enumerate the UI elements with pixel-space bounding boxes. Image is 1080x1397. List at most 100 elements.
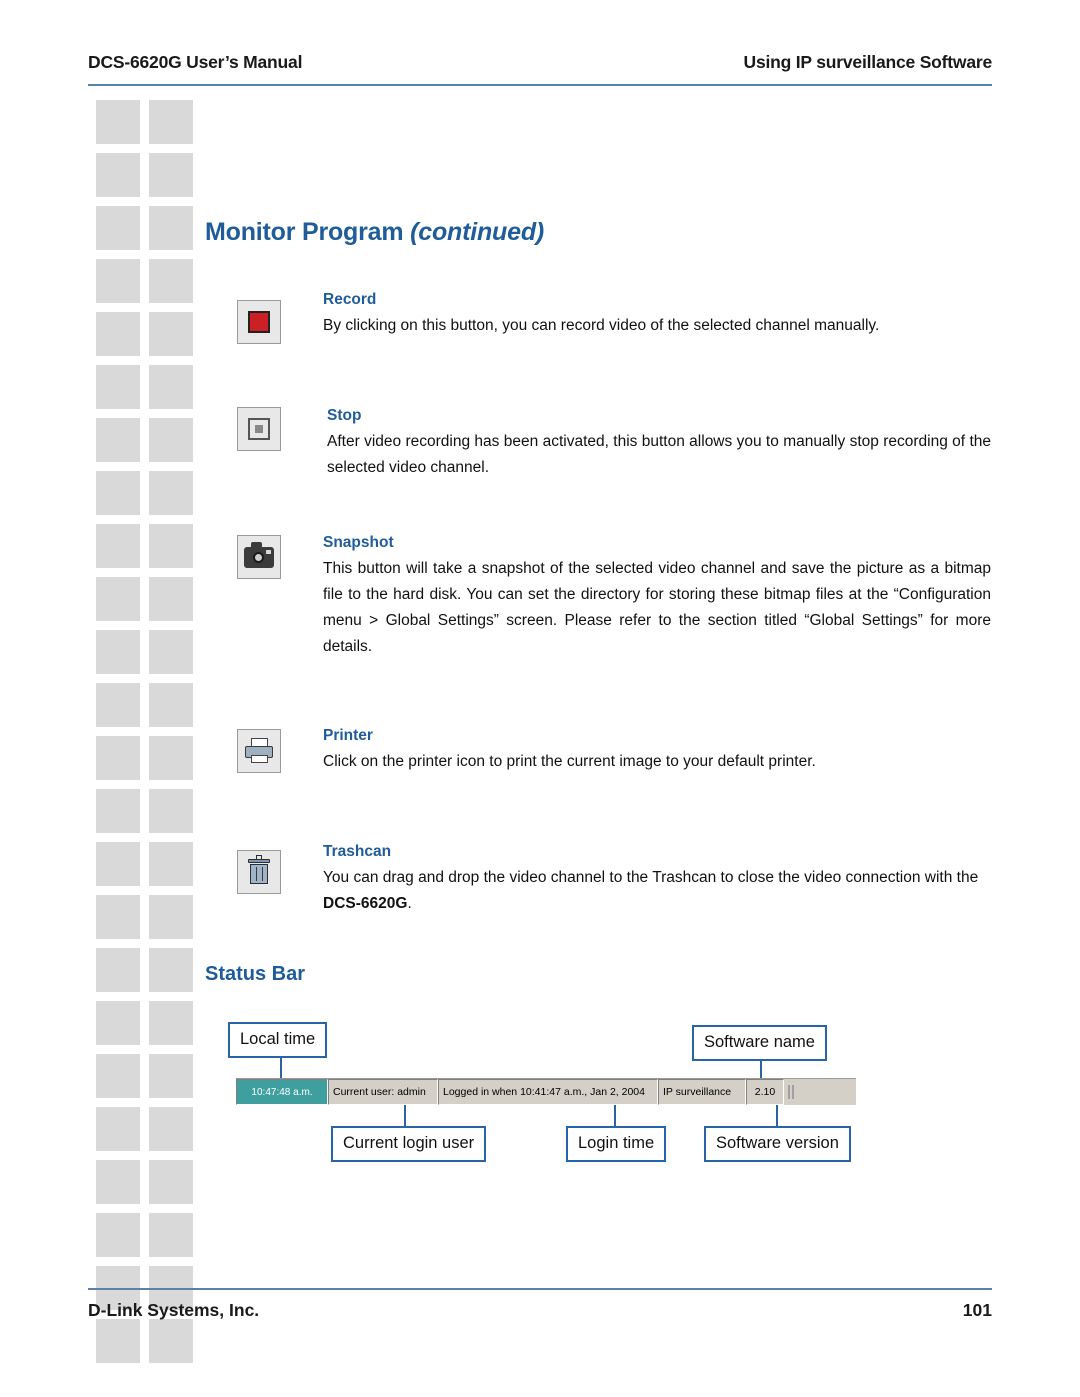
page-title-continued: (continued) <box>410 218 545 246</box>
decorative-square <box>149 842 193 886</box>
status-cell-current-user: Current user: admin <box>328 1079 438 1105</box>
decorative-square <box>96 259 140 303</box>
decorative-square <box>96 524 140 568</box>
leader-current-login-user <box>404 1104 406 1126</box>
decorative-square <box>149 100 193 144</box>
decorative-square <box>96 1107 140 1151</box>
decorative-square <box>149 1054 193 1098</box>
decorative-square <box>149 683 193 727</box>
decorative-square <box>96 1213 140 1257</box>
leader-software-version <box>776 1104 778 1126</box>
record-button[interactable] <box>237 300 281 344</box>
manual-title: DCS-6620G User’s Manual <box>88 52 303 72</box>
decorative-square <box>96 1319 140 1363</box>
section-name: Using IP surveillance Software <box>743 52 993 72</box>
entry-title-printer: Printer <box>323 727 373 744</box>
decorative-square <box>96 1054 140 1098</box>
callout-software-name: Software name <box>692 1025 827 1061</box>
decorative-square <box>149 1160 193 1204</box>
snapshot-button[interactable] <box>237 535 281 579</box>
stop-icon <box>248 418 270 440</box>
decorative-square <box>149 789 193 833</box>
leader-local-time <box>280 1056 282 1078</box>
status-cell-software-version: 2.10 <box>746 1079 784 1105</box>
entry-body-trashcan-prefix: You can drag and drop the video channel … <box>323 869 979 886</box>
record-icon <box>248 311 270 333</box>
entry-snapshot: Snapshot This button will take a snapsho… <box>323 534 991 660</box>
decorative-square <box>96 418 140 462</box>
decorative-square <box>149 948 193 992</box>
trashcan-icon <box>248 855 270 885</box>
callout-login-time: Login time <box>566 1126 667 1162</box>
entry-title-snapshot: Snapshot <box>323 534 394 551</box>
entry-title-stop: Stop <box>327 407 362 424</box>
decorative-square <box>96 100 140 144</box>
decorative-square <box>96 153 140 197</box>
decorative-square <box>149 471 193 515</box>
decorative-square <box>149 153 193 197</box>
decorative-square <box>149 895 193 939</box>
decorative-square <box>96 630 140 674</box>
page-title-main: Monitor Program <box>205 218 411 246</box>
decorative-square <box>96 206 140 250</box>
decorative-square <box>149 524 193 568</box>
resize-grip-icon <box>784 1079 800 1105</box>
decorative-squares-column-right <box>149 100 193 1372</box>
decorative-square <box>149 1001 193 1045</box>
entry-body-printer: Click on the printer icon to print the c… <box>323 753 816 770</box>
entry-body-snapshot: This button will take a snapshot of the … <box>323 560 991 655</box>
page-header: DCS-6620G User’s Manual Using IP surveil… <box>88 52 992 73</box>
stop-icon-inner <box>255 425 263 433</box>
callout-local-time: Local time <box>228 1022 328 1058</box>
entry-body-record: By clicking on this button, you can reco… <box>323 317 880 334</box>
trashcan-button[interactable] <box>237 850 281 894</box>
printer-button[interactable] <box>237 729 281 773</box>
printer-icon <box>244 738 274 764</box>
entry-stop: Stop After video recording has been acti… <box>327 407 991 481</box>
decorative-square <box>96 842 140 886</box>
status-cell-software-name: IP surveillance <box>658 1079 746 1105</box>
decorative-square <box>96 312 140 356</box>
decorative-squares-column-left <box>96 100 140 1372</box>
page-number: 101 <box>962 1300 992 1320</box>
decorative-square <box>149 365 193 409</box>
status-bar-strip: 10:47:48 a.m. Current user: admin Logged… <box>236 1078 856 1105</box>
leader-software-name <box>760 1059 762 1078</box>
entry-record: Record By clicking on this button, you c… <box>323 291 991 339</box>
decorative-square <box>96 1001 140 1045</box>
header-divider <box>88 84 992 86</box>
entry-body-trashcan-model: DCS-6620G <box>323 895 408 912</box>
footer-divider <box>88 1288 992 1290</box>
leader-login-time <box>614 1104 616 1126</box>
entry-title-trashcan: Trashcan <box>323 843 392 860</box>
decorative-square <box>96 577 140 621</box>
decorative-square <box>96 948 140 992</box>
decorative-square <box>96 789 140 833</box>
entry-body-trashcan: You can drag and drop the video channel … <box>323 865 991 917</box>
camera-icon <box>244 541 274 568</box>
stop-button[interactable] <box>237 407 281 451</box>
page-title: Monitor Program (continued) <box>205 218 544 247</box>
entry-body-trashcan-suffix: . <box>407 895 412 912</box>
decorative-square <box>149 577 193 621</box>
decorative-square <box>149 206 193 250</box>
decorative-square <box>96 471 140 515</box>
status-bar-heading: Status Bar <box>205 963 306 985</box>
decorative-square <box>149 312 193 356</box>
decorative-square <box>149 1107 193 1151</box>
decorative-square <box>149 1319 193 1363</box>
decorative-square <box>149 418 193 462</box>
decorative-square <box>149 736 193 780</box>
decorative-square <box>96 736 140 780</box>
footer-company: D-Link Systems, Inc. <box>88 1300 260 1320</box>
decorative-square <box>96 895 140 939</box>
page-footer: D-Link Systems, Inc. 101 <box>88 1300 992 1321</box>
callout-current-login-user: Current login user <box>331 1126 487 1162</box>
decorative-square <box>96 365 140 409</box>
entry-body-stop: After video recording has been activated… <box>327 433 991 476</box>
decorative-square <box>96 1160 140 1204</box>
status-cell-login-time: Logged in when 10:41:47 a.m., Jan 2, 200… <box>438 1079 658 1105</box>
decorative-square <box>96 683 140 727</box>
decorative-square <box>149 630 193 674</box>
decorative-square <box>149 1213 193 1257</box>
